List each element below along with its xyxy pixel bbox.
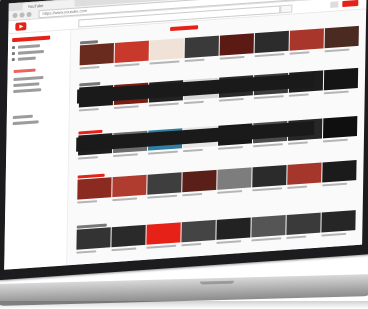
- video-meta: [286, 235, 307, 239]
- page-title: [170, 25, 199, 32]
- video-thumbnail[interactable]: [114, 40, 149, 63]
- sidebar-item-home[interactable]: [12, 35, 51, 43]
- video-thumbnail[interactable]: [287, 162, 322, 185]
- video-meta: [323, 90, 349, 95]
- browser-window: YouTube https://www.youtube.com: [4, 0, 367, 270]
- video-meta: [183, 100, 204, 105]
- video-meta: [219, 55, 245, 60]
- sidebar-item-subscriptions[interactable]: [17, 49, 44, 55]
- video-thumbnail[interactable]: [322, 160, 357, 183]
- video-thumbnail[interactable]: [251, 215, 286, 238]
- video-meta: [254, 53, 285, 58]
- video-thumbnail[interactable]: [286, 212, 321, 235]
- sidebar-item-sports[interactable]: [13, 82, 40, 88]
- video-thumbnail[interactable]: [181, 219, 216, 243]
- video-meta: [251, 237, 282, 242]
- video-thumbnail[interactable]: [79, 43, 114, 66]
- video-meta: [147, 194, 178, 199]
- video-meta: [182, 192, 203, 197]
- sidebar-item-trending[interactable]: [17, 44, 41, 49]
- trending-icon: [11, 45, 16, 50]
- video-meta: [147, 150, 178, 155]
- video-thumbnail[interactable]: [323, 67, 359, 91]
- laptop-notch: [200, 280, 234, 285]
- sidebar-item-manage[interactable]: [12, 120, 39, 126]
- reload-icon[interactable]: [26, 11, 32, 18]
- sidebar-item-music[interactable]: [13, 75, 44, 82]
- video-meta: [148, 102, 179, 107]
- video-meta: [218, 97, 244, 102]
- video-meta: [287, 141, 308, 145]
- video-meta: [289, 51, 310, 55]
- video-meta: [324, 48, 350, 53]
- video-meta: [217, 190, 243, 194]
- video-meta: [77, 200, 98, 204]
- video-thumbnail[interactable]: [147, 172, 182, 195]
- sidebar-item-gaming[interactable]: [13, 88, 42, 94]
- sidebar-item-browse[interactable]: [12, 114, 33, 120]
- video-thumbnail[interactable]: [182, 169, 217, 193]
- laptop-shadow: [0, 301, 368, 309]
- subscriptions-icon: [11, 51, 15, 56]
- video-meta: [149, 60, 180, 65]
- sidebar-heading-best: [13, 68, 36, 74]
- video-thumbnail[interactable]: [324, 25, 359, 49]
- video-thumbnail[interactable]: [252, 164, 287, 188]
- video-meta: [287, 185, 308, 189]
- video-thumbnail[interactable]: [254, 30, 289, 54]
- video-thumbnail[interactable]: [219, 33, 254, 56]
- sidebar-item-history[interactable]: [17, 56, 36, 61]
- video-thumbnail[interactable]: [321, 210, 356, 233]
- video-thumbnail[interactable]: [289, 28, 324, 51]
- youtube-logo-icon[interactable]: [15, 22, 27, 31]
- back-icon[interactable]: [12, 12, 18, 19]
- video-thumbnail[interactable]: [112, 174, 147, 198]
- video-meta: [252, 143, 283, 148]
- video-meta: [217, 146, 243, 150]
- video-meta: [76, 250, 97, 254]
- video-meta: [112, 153, 138, 158]
- video-thumbnail[interactable]: [77, 177, 112, 200]
- video-meta: [113, 105, 139, 110]
- video-thumbnail[interactable]: [216, 217, 251, 240]
- main-content: [70, 9, 365, 266]
- video-meta: [79, 66, 100, 70]
- video-thumbnail[interactable]: [184, 35, 219, 59]
- video-meta: [322, 138, 348, 143]
- video-meta: [253, 95, 284, 100]
- video-meta: [321, 232, 347, 237]
- video-meta: [322, 182, 348, 187]
- forward-icon[interactable]: [19, 12, 25, 18]
- video-thumbnail[interactable]: [111, 224, 146, 248]
- sign-in-button[interactable]: [342, 0, 359, 8]
- history-icon: [11, 57, 15, 62]
- video-thumbnail[interactable]: [149, 38, 184, 61]
- video-meta: [146, 244, 177, 249]
- video-meta: [111, 247, 137, 252]
- video-meta: [288, 93, 309, 97]
- upload-icon[interactable]: [330, 1, 339, 8]
- video-thumbnail[interactable]: [323, 115, 358, 139]
- video-meta: [252, 187, 283, 192]
- video-thumbnail[interactable]: [76, 227, 111, 250]
- search-icon[interactable]: [280, 4, 293, 14]
- video-meta: [78, 108, 99, 112]
- video-meta: [216, 240, 242, 244]
- video-meta: [181, 242, 202, 247]
- video-thumbnail[interactable]: [146, 222, 181, 245]
- sidebar: [4, 30, 72, 270]
- video-meta: [182, 148, 203, 153]
- video-meta: [112, 197, 138, 202]
- video-meta: [184, 58, 205, 63]
- video-meta: [77, 156, 99, 160]
- video-thumbnail[interactable]: [217, 167, 252, 190]
- video-meta: [114, 63, 140, 67]
- laptop-screen-bezel: YouTube https://www.youtube.com: [0, 0, 368, 281]
